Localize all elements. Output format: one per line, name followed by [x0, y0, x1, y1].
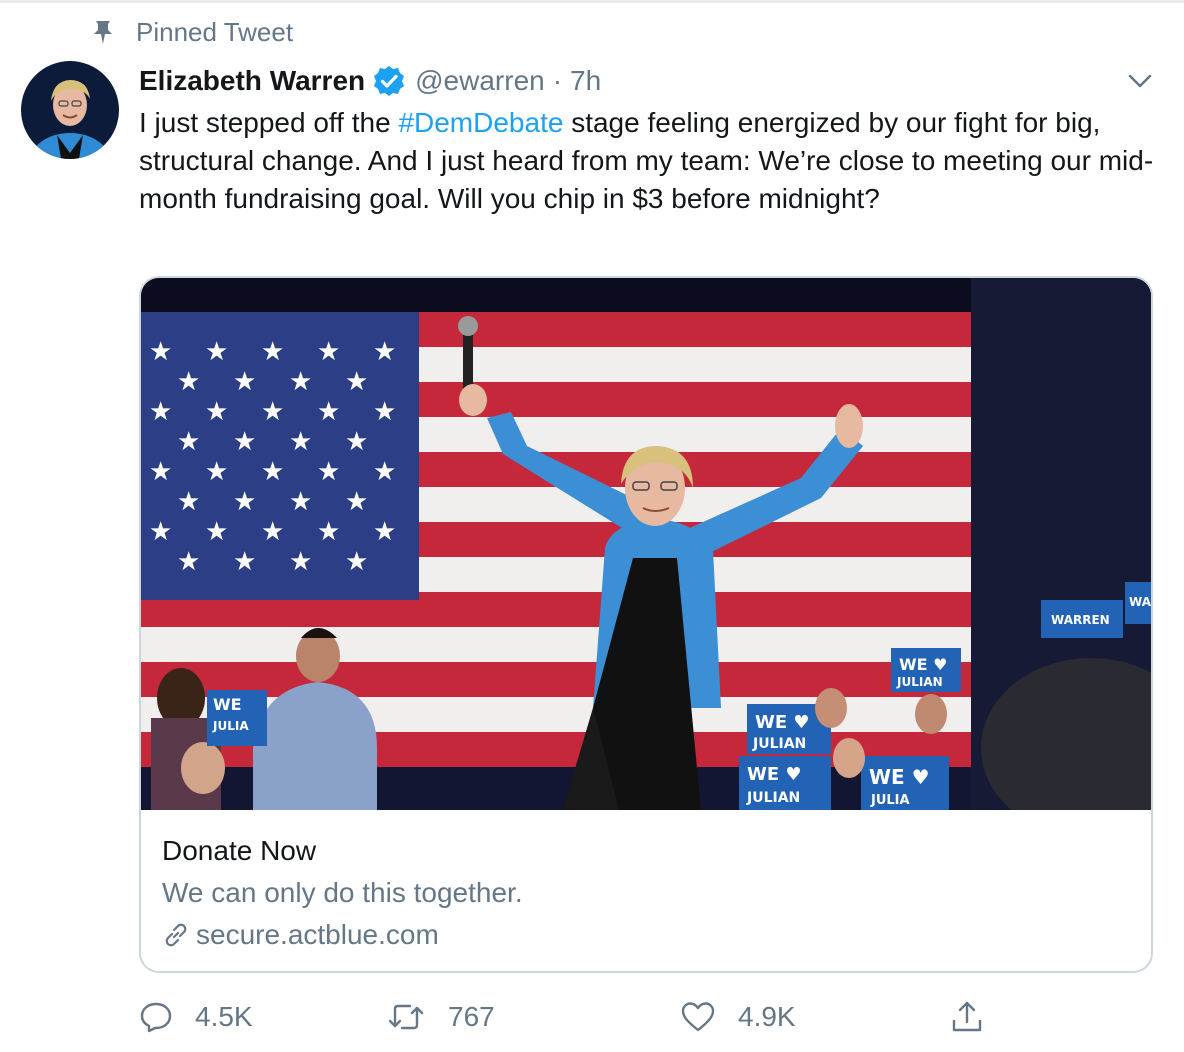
- chevron-down-icon[interactable]: [1125, 66, 1155, 96]
- heart-icon: [681, 1002, 715, 1032]
- share-icon: [952, 1001, 982, 1032]
- svg-text:★: ★: [289, 427, 312, 457]
- author-handle[interactable]: @ewarren: [415, 65, 545, 97]
- tweet-body: I just stepped off the #DemDebate stage …: [139, 104, 1169, 218]
- svg-text:JULIAN: JULIAN: [896, 675, 943, 689]
- svg-text:★: ★: [261, 517, 284, 547]
- svg-text:★: ★: [205, 397, 228, 427]
- svg-text:★: ★: [345, 367, 368, 397]
- avatar[interactable]: [21, 61, 119, 159]
- hashtag-link[interactable]: #DemDebate: [398, 107, 563, 138]
- svg-text:★: ★: [149, 457, 172, 487]
- svg-text:★: ★: [205, 457, 228, 487]
- svg-text:WA: WA: [1129, 595, 1152, 609]
- svg-text:★: ★: [205, 337, 228, 367]
- card-image: ★ ★ ★ ★ ★ ★ ★ ★ ★ ★ ★ ★ ★ ★ ★ ★ ★ ★ ★ ★ ★ ★ ★ ★ ★ ★ ★ ★ ★ ★ ★ ★ ★…: [141, 278, 1152, 810]
- card-description: We can only do this together.: [162, 877, 523, 908]
- retweet-count: 767: [448, 1001, 495, 1032]
- card-domain[interactable]: secure.actblue.com: [162, 919, 439, 951]
- author-name[interactable]: Elizabeth Warren: [139, 65, 365, 97]
- svg-text:★: ★: [177, 547, 200, 577]
- svg-text:★: ★: [345, 427, 368, 457]
- svg-text:★: ★: [261, 457, 284, 487]
- svg-text:★: ★: [289, 367, 312, 397]
- svg-text:★: ★: [233, 367, 256, 397]
- tweet-timestamp[interactable]: 7h: [570, 65, 601, 97]
- svg-text:JULIAN: JULIAN: [746, 790, 800, 806]
- svg-text:★: ★: [317, 457, 340, 487]
- header-separator: ·: [552, 65, 563, 96]
- link-card[interactable]: ★ ★ ★ ★ ★ ★ ★ ★ ★ ★ ★ ★ ★ ★ ★ ★ ★ ★ ★ ★ ★ ★ ★ ★ ★ ★ ★ ★ ★ ★ ★ ★ ★…: [139, 276, 1153, 973]
- retweet-icon: [388, 1004, 424, 1030]
- svg-text:★: ★: [317, 397, 340, 427]
- svg-text:WE ♥: WE ♥: [747, 764, 802, 785]
- tweet-text-start: I just stepped off the: [139, 107, 399, 138]
- svg-text:★: ★: [345, 487, 368, 517]
- svg-text:★: ★: [149, 397, 172, 427]
- svg-text:★: ★: [149, 337, 172, 367]
- svg-text:★: ★: [177, 367, 200, 397]
- svg-text:★: ★: [261, 337, 284, 367]
- pinned-tweet-indicator: Pinned Tweet: [92, 14, 293, 50]
- retweet-button[interactable]: 767: [386, 995, 495, 1039]
- svg-text:★: ★: [233, 487, 256, 517]
- reply-count: 4.5K: [195, 1001, 253, 1032]
- svg-text:★: ★: [345, 547, 368, 577]
- verified-badge-icon: [374, 66, 405, 96]
- svg-text:★: ★: [373, 337, 396, 367]
- svg-text:WE ♥: WE ♥: [755, 712, 810, 733]
- card-title[interactable]: Donate Now: [162, 835, 316, 867]
- reply-button[interactable]: 4.5K: [139, 995, 253, 1039]
- svg-text:★: ★: [233, 427, 256, 457]
- like-count: 4.9K: [738, 1001, 796, 1032]
- svg-text:★: ★: [205, 517, 228, 547]
- svg-text:JULIAN: JULIAN: [752, 736, 806, 752]
- svg-text:★: ★: [373, 517, 396, 547]
- svg-text:★: ★: [289, 487, 312, 517]
- svg-text:★: ★: [149, 517, 172, 547]
- avatar-image: [21, 61, 119, 159]
- share-button[interactable]: [950, 995, 1006, 1039]
- tweet-actions: 4.5K 767 4.9K: [0, 995, 1184, 1039]
- svg-text:★: ★: [177, 487, 200, 517]
- pin-icon: [94, 21, 112, 44]
- tweet-header: Elizabeth Warren @ewarren · 7h: [139, 58, 601, 104]
- svg-text:JULIA: JULIA: [212, 719, 249, 733]
- reply-icon: [140, 1002, 172, 1033]
- svg-text:WE ♥: WE ♥: [899, 655, 948, 674]
- svg-text:★: ★: [317, 337, 340, 367]
- svg-text:★: ★: [233, 547, 256, 577]
- link-icon: [165, 923, 187, 947]
- svg-text:★: ★: [373, 397, 396, 427]
- like-button[interactable]: 4.9K: [680, 995, 796, 1039]
- svg-text:★: ★: [261, 397, 284, 427]
- svg-text:WE: WE: [213, 695, 242, 714]
- svg-text:★: ★: [289, 547, 312, 577]
- card-domain-text: secure.actblue.com: [196, 919, 439, 950]
- svg-text:★: ★: [317, 517, 340, 547]
- svg-text:JULIA: JULIA: [870, 793, 910, 808]
- top-divider: [0, 0, 1184, 3]
- pinned-tweet-label: Pinned Tweet: [136, 16, 294, 47]
- svg-text:WARREN: WARREN: [1051, 613, 1110, 627]
- svg-text:★: ★: [373, 457, 396, 487]
- svg-text:WE ♥: WE ♥: [869, 765, 930, 789]
- svg-text:★: ★: [177, 427, 200, 457]
